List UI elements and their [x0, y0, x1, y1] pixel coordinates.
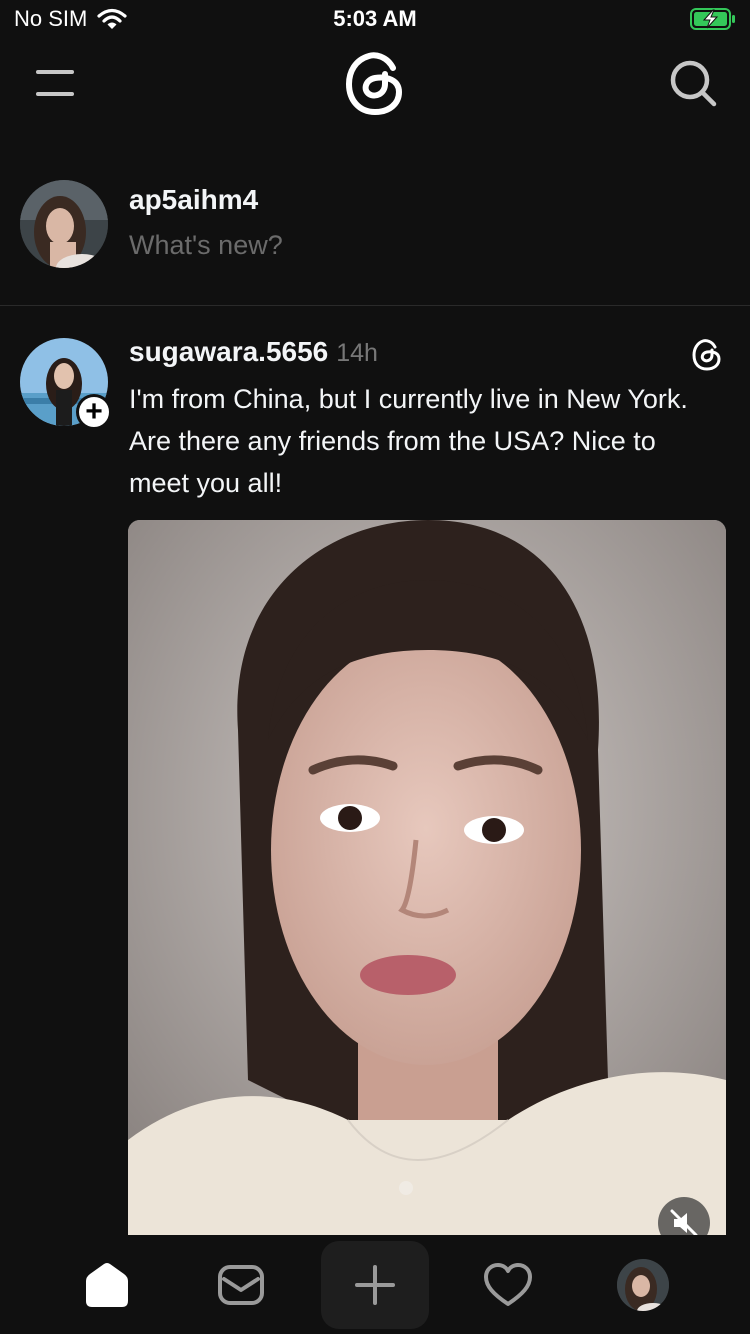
avatar-image	[617, 1259, 669, 1311]
bottom-navigation	[0, 1235, 750, 1334]
thread-post[interactable]: + sugawara.5656 14h I'm from China, but …	[0, 320, 750, 1235]
battery-charging-icon	[690, 8, 735, 30]
post-avatar-wrap: +	[20, 338, 112, 430]
post-text: I'm from China, but I currently live in …	[129, 384, 688, 498]
avatar-image	[20, 180, 108, 268]
speaker-muted-icon[interactable]	[658, 1197, 710, 1235]
follow-plus-icon[interactable]: +	[76, 394, 112, 430]
post-timestamp: 14h	[336, 339, 378, 367]
threads-logo-icon	[692, 339, 721, 371]
compose-plus-icon	[355, 1265, 395, 1305]
new-thread-composer[interactable]: ap5aihm4 What's new?	[0, 170, 750, 306]
profile-avatar[interactable]	[617, 1259, 669, 1311]
nav-inbox[interactable]	[215, 1259, 267, 1311]
nav-home[interactable]	[81, 1259, 133, 1311]
hamburger-icon[interactable]	[36, 68, 74, 98]
post-video[interactable]	[128, 520, 726, 1235]
post-meta: sugawara.5656 14h	[129, 336, 378, 368]
composer-username: ap5aihm4	[129, 184, 259, 215]
threads-logo-icon[interactable]	[343, 50, 407, 116]
speaker-muted-glyph	[670, 1209, 698, 1235]
search-icon[interactable]	[668, 58, 718, 108]
status-time: 5:03 AM	[333, 6, 417, 31]
inbox-icon	[218, 1265, 264, 1305]
nav-compose[interactable]	[321, 1241, 429, 1329]
app-header	[0, 40, 750, 130]
avatar[interactable]	[20, 180, 108, 268]
heart-icon	[484, 1263, 532, 1306]
post-username[interactable]: sugawara.5656	[129, 336, 328, 368]
home-icon	[86, 1263, 128, 1307]
composer-input[interactable]: What's new?	[129, 230, 283, 261]
app-screen: No SIM 5:03 AM ap5aihm4 What's new? + su…	[0, 0, 750, 1334]
video-frame	[128, 520, 726, 1235]
status-bar: No SIM 5:03 AM	[0, 0, 750, 40]
nav-activity[interactable]	[482, 1259, 534, 1311]
